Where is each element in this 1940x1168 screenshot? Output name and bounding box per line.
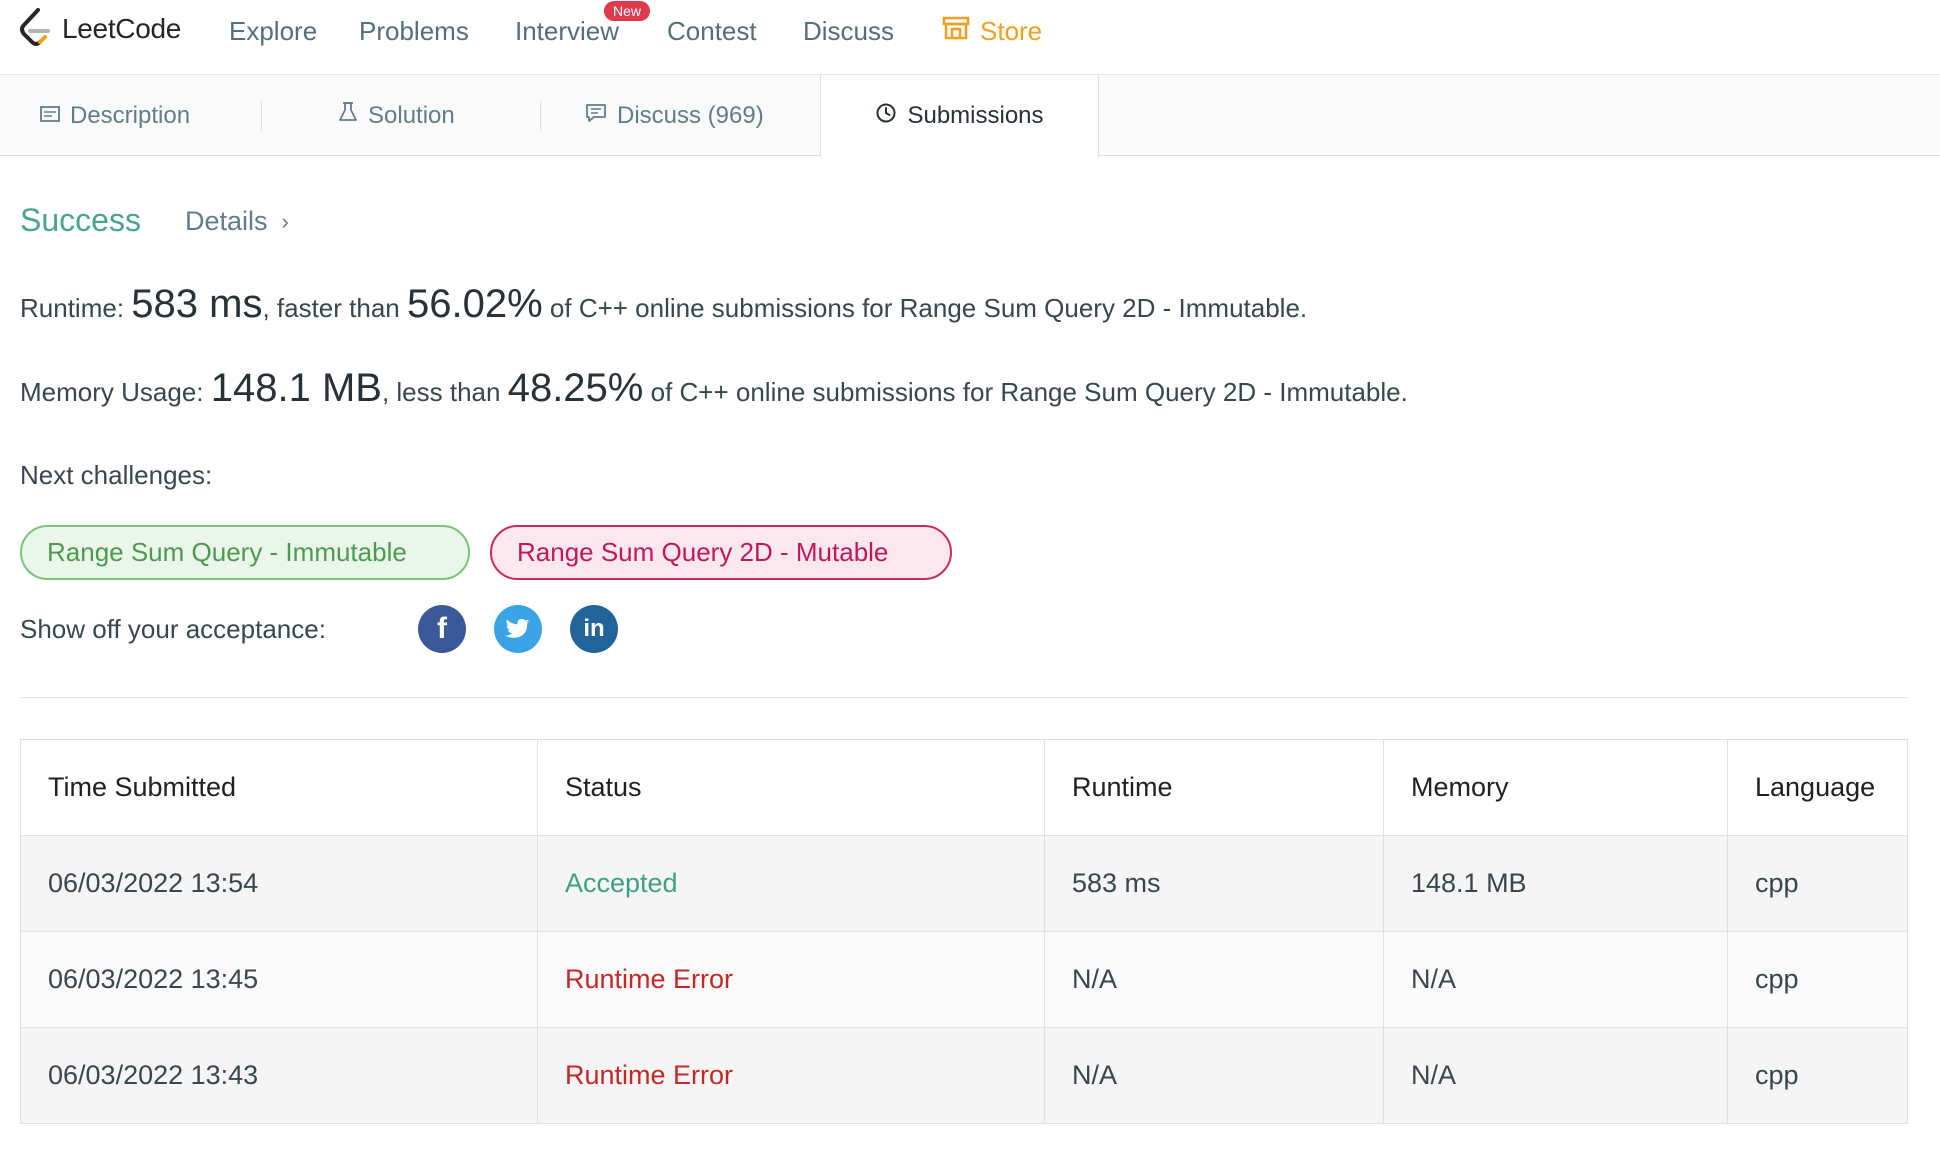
solution-flask-icon [338, 101, 368, 130]
nav-discuss[interactable]: Discuss [803, 16, 894, 47]
cell-runtime: N/A [1044, 931, 1384, 1028]
cell-runtime: 583 ms [1044, 835, 1384, 932]
col-runtime[interactable]: Runtime [1044, 739, 1384, 836]
store-label: Store [980, 16, 1043, 46]
tab-submissions[interactable]: Submissions [820, 75, 1099, 157]
cell-time: 06/03/2022 13:45 [20, 931, 538, 1028]
memory-label: Memory Usage: [20, 377, 204, 407]
clock-icon [875, 102, 907, 131]
store-icon [942, 16, 980, 47]
col-memory[interactable]: Memory [1383, 739, 1728, 836]
tab-submissions-label: Submissions [907, 102, 1044, 129]
tab-bar: Description Solution Discuss (969) Submi… [0, 75, 1940, 157]
top-navbar: LeetCode Explore Problems Interview New … [0, 0, 1940, 75]
runtime-line: Runtime: 583 ms, faster than 56.02% of C… [20, 282, 1307, 327]
nav-interview[interactable]: Interview [515, 16, 619, 47]
runtime-compare: , faster than [262, 293, 400, 323]
cell-time: 06/03/2022 13:43 [20, 1027, 538, 1124]
table-row[interactable]: 06/03/2022 13:45 Runtime Error N/A N/A c… [20, 931, 1908, 1028]
runtime-label: Runtime: [20, 293, 125, 323]
nav-problems[interactable]: Problems [359, 16, 469, 47]
tab-discuss[interactable]: Discuss (969) [585, 75, 764, 156]
memory-percent: 48.25% [507, 366, 644, 410]
discuss-icon [585, 102, 617, 130]
linkedin-icon[interactable]: in [570, 605, 618, 653]
cell-language: cpp [1727, 1027, 1908, 1124]
next-challenges-label: Next challenges: [20, 460, 213, 490]
description-icon [40, 102, 70, 130]
details-link[interactable]: Details › [185, 206, 289, 237]
cell-time: 06/03/2022 13:54 [20, 835, 538, 932]
cell-status[interactable]: Runtime Error [537, 931, 1045, 1028]
challenge-chip-easy[interactable]: Range Sum Query - Immutable [20, 525, 470, 580]
memory-line: Memory Usage: 148.1 MB, less than 48.25%… [20, 366, 1408, 411]
col-language[interactable]: Language [1727, 739, 1908, 836]
section-divider [20, 697, 1908, 698]
cell-memory: N/A [1383, 931, 1728, 1028]
nav-explore[interactable]: Explore [229, 16, 317, 47]
cell-status[interactable]: Accepted [537, 835, 1045, 932]
col-status[interactable]: Status [537, 739, 1045, 836]
submissions-table: Time Submitted Status Runtime Memory Lan… [20, 739, 1908, 1124]
twitter-icon[interactable] [494, 605, 542, 653]
cell-language: cpp [1727, 931, 1908, 1028]
cell-language: cpp [1727, 835, 1908, 932]
table-row[interactable]: 06/03/2022 13:43 Runtime Error N/A N/A c… [20, 1027, 1908, 1124]
tab-solution-label: Solution [368, 101, 455, 129]
cell-runtime: N/A [1044, 1027, 1384, 1124]
tab-separator [261, 101, 262, 131]
table-row[interactable]: 06/03/2022 13:54 Accepted 583 ms 148.1 M… [20, 835, 1908, 932]
chevron-right-icon: › [281, 208, 289, 234]
memory-suffix: of C++ online submissions for Range Sum … [650, 377, 1408, 407]
challenge-chip-hard[interactable]: Range Sum Query 2D - Mutable [490, 525, 952, 580]
runtime-suffix: of C++ online submissions for Range Sum … [549, 293, 1308, 323]
nav-store[interactable]: Store [942, 16, 1042, 47]
nav-contest[interactable]: Contest [667, 16, 757, 47]
tab-description[interactable]: Description [40, 75, 190, 156]
col-time-submitted[interactable]: Time Submitted [20, 739, 538, 836]
cell-memory: N/A [1383, 1027, 1728, 1124]
memory-value: 148.1 MB [210, 366, 382, 410]
table-header-row: Time Submitted Status Runtime Memory Lan… [20, 739, 1908, 836]
runtime-percent: 56.02% [407, 282, 543, 326]
leetcode-logo-icon [18, 8, 52, 50]
tab-description-label: Description [70, 101, 191, 129]
tab-separator [540, 101, 541, 131]
runtime-value: 583 ms [131, 282, 263, 326]
logo[interactable]: LeetCode [18, 8, 181, 50]
tab-discuss-label: Discuss (969) [617, 101, 764, 129]
details-label: Details [185, 206, 268, 236]
submission-status: Success [20, 202, 141, 238]
tab-solution[interactable]: Solution [338, 75, 455, 156]
new-badge: New [604, 1, 651, 21]
facebook-icon[interactable]: f [418, 605, 466, 653]
cell-memory: 148.1 MB [1383, 835, 1728, 932]
share-label: Show off your acceptance: [20, 614, 326, 644]
cell-status[interactable]: Runtime Error [537, 1027, 1045, 1124]
memory-compare: , less than [381, 377, 501, 407]
logo-text: LeetCode [62, 13, 182, 44]
